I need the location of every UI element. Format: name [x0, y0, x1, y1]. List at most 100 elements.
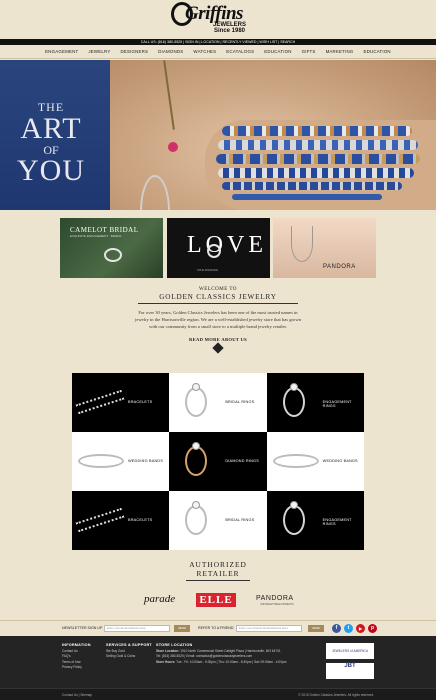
ring-icon — [207, 244, 221, 258]
ring-icon — [185, 505, 208, 535]
promo-brand: PANDORA — [323, 264, 356, 270]
store-hours-value: Tue - Fri: 10:00am - 5:30pm | Thu: 10:00… — [176, 659, 287, 664]
band-icon — [78, 454, 124, 468]
footer-heading: SERVICES & SUPPORT — [106, 643, 152, 647]
nav-item-education-2[interactable]: Education — [358, 45, 395, 58]
refer-friend-label: REFER TO A FRIEND — [198, 626, 234, 630]
footer-heading: INFORMATION — [62, 643, 91, 647]
footer-heading: STORE LOCATION — [156, 643, 193, 647]
diamond-icon — [289, 383, 298, 391]
nav-item-marketing[interactable]: Marketing — [321, 45, 359, 58]
welcome-title: GOLDEN CLASSICS JEWELRY — [159, 293, 277, 301]
category-label: Engagement Rings — [322, 518, 352, 526]
category-bridal-rings-2[interactable]: Bridal Rings — [169, 491, 267, 550]
refer-friend-email-input[interactable]: Enter your Friend's Email Address Here — [236, 625, 302, 632]
promo-pandora[interactable]: PANDORA — [273, 218, 376, 278]
footer-link-privacy[interactable]: Privacy Policy — [62, 665, 91, 670]
category-label: Diamond Rings — [225, 459, 259, 463]
category-label: Bridal Rings — [225, 518, 255, 522]
category-label: Bracelets — [128, 400, 153, 404]
brand-parade-logo[interactable]: parade — [144, 593, 175, 605]
twitter-icon[interactable]: t — [344, 624, 353, 633]
welcome-kicker: WELCOME TO — [198, 287, 237, 292]
store-address-value: 1910 North Commercial Street Catlight Pl… — [180, 649, 281, 653]
ring-icon — [104, 248, 122, 262]
youtube-icon[interactable]: ▶ — [356, 624, 365, 633]
nav-item-diamonds[interactable]: Diamonds — [153, 45, 188, 58]
bracelet-icon — [75, 389, 125, 415]
logo-subtitle: JEWELERS Since 1980 — [213, 22, 246, 34]
category-wedding-bands[interactable]: Wedding Bands — [72, 432, 170, 491]
promo-love[interactable]: LOVE TRUE ROMANCE — [167, 218, 270, 278]
read-more-link[interactable]: READ MORE ABOUT US — [0, 337, 436, 342]
ring-icon — [185, 387, 208, 417]
newsletter-label: NEWSLETTER SIGN UP — [62, 626, 103, 630]
facebook-icon[interactable]: f — [332, 624, 341, 633]
brand-elle-logo[interactable]: ELLE — [196, 593, 236, 607]
jewelers-of-america-badge[interactable]: JEWELERS of AMERICA — [326, 643, 374, 659]
promo-camelot-bridal[interactable]: CAMELOT BRIDAL EXQUISITE ENGAGEMENT · BR… — [60, 218, 163, 278]
promo-title: CAMELOT BRIDAL — [70, 226, 139, 234]
hero-title: THE ART OF YOU — [14, 100, 88, 187]
divider — [138, 303, 298, 304]
brand-logos: parade ELLE PANDORA UNFORGETTABLE MOMENT… — [138, 593, 308, 607]
ring-icon — [185, 446, 208, 476]
newsletter-email-input[interactable]: Enter your Email Address Here — [104, 625, 170, 632]
hero-title-art: ART — [20, 112, 82, 145]
promo-subtitle: TRUE ROMANCE — [197, 269, 219, 272]
category-engagement-rings[interactable]: Engagement Rings — [266, 373, 364, 432]
refer-friend-send-button[interactable]: SEND — [308, 625, 324, 632]
bracelet-stack — [222, 126, 412, 136]
category-bracelets[interactable]: Bracelets — [72, 373, 170, 432]
promo-tiles: CAMELOT BRIDAL EXQUISITE ENGAGEMENT · BR… — [60, 218, 376, 278]
ring-icon — [282, 505, 305, 535]
pinterest-icon[interactable]: p — [368, 624, 377, 633]
bracelet-stack — [216, 154, 420, 164]
category-wedding-bands-2[interactable]: Wedding Bands — [266, 432, 364, 491]
nav-item-gifts[interactable]: Gifts — [297, 45, 321, 58]
authorized-line2: RETAILER — [196, 569, 240, 578]
leather-bracelet — [232, 194, 382, 200]
nav-item-jewelry[interactable]: Jewelry — [83, 45, 115, 58]
category-diamond-rings[interactable]: Diamond Rings — [169, 432, 267, 491]
pendant-charm — [168, 142, 178, 152]
authorized-retailer: AUTHORIZED RETAILER — [0, 560, 436, 581]
store-hours-label: Store Hours: — [156, 659, 176, 664]
category-bridal-rings[interactable]: Bridal Rings — [169, 373, 267, 432]
main-nav: Engagement Jewelry Designers Diamonds Wa… — [0, 45, 436, 59]
nav-item-watches[interactable]: Watches — [188, 45, 221, 58]
category-label: Bridal Rings — [225, 400, 255, 404]
nav-item-education[interactable]: Education — [259, 45, 296, 58]
welcome-body: For over 30 years, Golden Classics Jewel… — [135, 310, 301, 329]
hero-banner[interactable]: THE ART OF YOU — [0, 60, 436, 210]
nav-item-ecatalogs[interactable]: Ecatalogs — [221, 45, 259, 58]
category-engagement-rings-2[interactable]: Engagement Rings — [266, 491, 364, 550]
copyright-text: © 2015 Golden Classics Jewelers. All rig… — [298, 693, 374, 697]
hero-title-you: YOU — [17, 154, 85, 187]
footer-bottom-links[interactable]: Contact Us | Sitemap — [62, 693, 92, 697]
footer-store-location: STORE LOCATION Store Location: 1910 Nort… — [156, 643, 316, 665]
category-grid: Bracelets Bridal Rings Engagement Rings … — [72, 373, 364, 550]
footer-information: INFORMATION Contact Us FAQ's Terms of Us… — [62, 643, 91, 671]
brand-pandora-logo[interactable]: PANDORA — [256, 595, 294, 602]
logo-sub-since: Since 1980 — [213, 28, 246, 34]
necklace-icon — [291, 226, 313, 262]
category-label: Engagement Rings — [322, 400, 352, 408]
bracelet-stack — [218, 168, 414, 178]
divider — [186, 580, 250, 581]
newsletter-send-button[interactable]: SEND — [174, 625, 190, 632]
jbt-badge[interactable]: JBT — [326, 663, 374, 679]
site-logo[interactable]: Griffins JEWELERS Since 1980 — [167, 2, 271, 38]
nav-item-designers[interactable]: Designers — [115, 45, 153, 58]
category-label: Wedding Bands — [322, 459, 358, 463]
promo-subtitle: EXQUISITE ENGAGEMENT · BRIDAL — [70, 234, 122, 238]
authorized-line1: AUTHORIZED — [189, 560, 247, 569]
bracelet-stack — [218, 140, 418, 150]
band-icon — [272, 454, 319, 468]
newsletter-bar: NEWSLETTER SIGN UP Enter your Email Addr… — [0, 620, 436, 636]
footer-link-selling-gold[interactable]: Selling Gold & Coins — [106, 654, 152, 659]
footer-services: SERVICES & SUPPORT We Buy Gold Selling G… — [106, 643, 152, 660]
category-label: Bracelets — [128, 518, 153, 522]
category-bracelets-2[interactable]: Bracelets — [72, 491, 170, 550]
nav-item-engagement[interactable]: Engagement — [40, 45, 83, 58]
